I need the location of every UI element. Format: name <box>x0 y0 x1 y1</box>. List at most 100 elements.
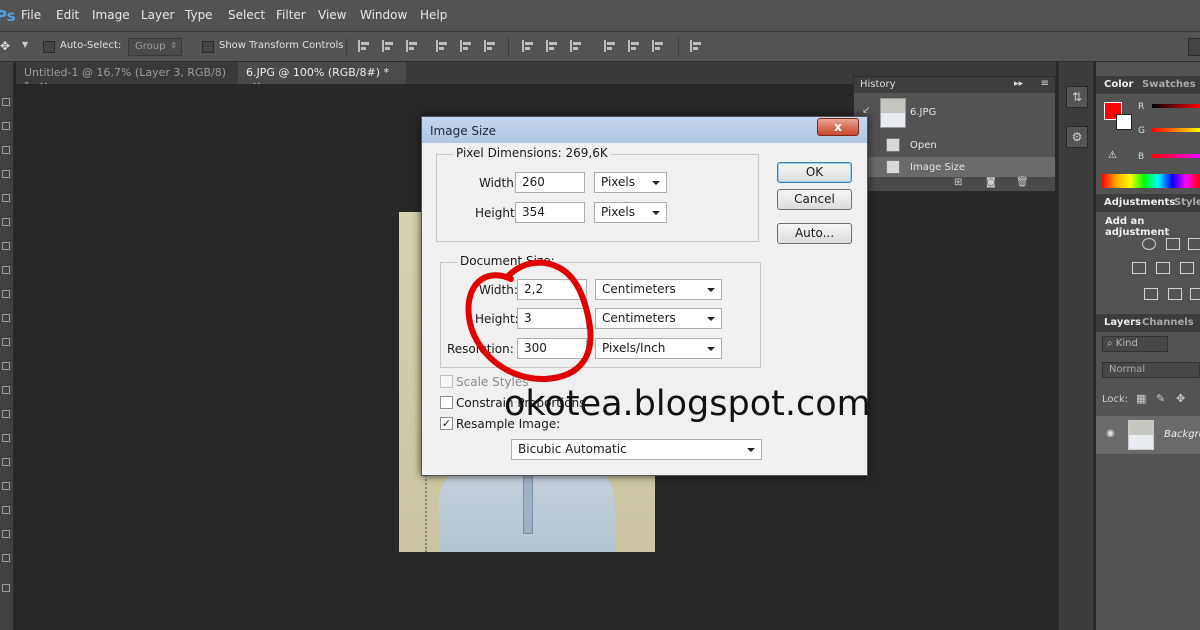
pixel-height-input[interactable]: 354 <box>515 202 585 223</box>
dodge-tool-icon[interactable] <box>2 410 10 418</box>
shape-tool-icon[interactable] <box>2 506 10 514</box>
align-top-icon[interactable] <box>358 40 370 52</box>
threshold-icon[interactable] <box>1190 288 1200 300</box>
brush-tool-icon[interactable] <box>2 266 10 274</box>
marquee-tool-icon[interactable] <box>2 122 10 130</box>
menu-image[interactable]: Image <box>92 8 130 22</box>
clone-stamp-tool-icon[interactable] <box>2 290 10 298</box>
curves-icon[interactable] <box>1188 238 1200 250</box>
black-white-icon[interactable] <box>1180 262 1194 274</box>
lasso-tool-icon[interactable] <box>2 146 10 154</box>
pen-tool-icon[interactable] <box>2 434 10 442</box>
path-select-tool-icon[interactable] <box>2 482 10 490</box>
align-bottom-icon[interactable] <box>406 40 418 52</box>
pixel-height-unit-select[interactable]: Pixels <box>594 202 667 223</box>
eyedropper-tool-icon[interactable] <box>2 218 10 226</box>
levels-icon[interactable] <box>1166 238 1180 250</box>
distribute-right-icon[interactable] <box>652 40 664 52</box>
distribute-vcenter-icon[interactable] <box>546 40 558 52</box>
tool-preset-dropdown-icon[interactable]: ▼ <box>22 40 28 49</box>
tab-layers[interactable]: Layers <box>1104 317 1141 328</box>
channel-g-slider[interactable] <box>1152 128 1200 132</box>
distribute-left-icon[interactable] <box>604 40 616 52</box>
gamut-warning-icon[interactable]: ⚠ <box>1108 150 1117 161</box>
close-button[interactable]: x <box>817 118 859 136</box>
history-snapshot[interactable]: ↙ 6.JPG <box>854 95 1055 131</box>
resample-method-select[interactable]: Bicubic Automatic <box>511 439 762 460</box>
align-left-icon[interactable] <box>436 40 448 52</box>
menu-type[interactable]: Type <box>185 8 213 22</box>
align-right-icon[interactable] <box>484 40 496 52</box>
pixel-width-input[interactable]: 260 <box>515 172 585 193</box>
resample-image-checkbox[interactable]: ✓ <box>440 417 453 430</box>
hand-tool-icon[interactable] <box>2 530 10 538</box>
history-brush-tool-icon[interactable] <box>2 314 10 322</box>
menu-select[interactable]: Select <box>228 8 265 22</box>
lock-pixels-icon[interactable]: ▦ <box>1136 392 1146 405</box>
channel-b-slider[interactable] <box>1152 154 1200 158</box>
cancel-button[interactable]: Cancel <box>777 189 852 210</box>
posterize-icon[interactable] <box>1168 288 1182 300</box>
move-tool-icon[interactable] <box>2 98 10 106</box>
tab-adjustments[interactable]: Adjustments <box>1104 197 1175 208</box>
invert-icon[interactable] <box>1144 288 1158 300</box>
show-transform-checkbox[interactable] <box>202 41 214 53</box>
workspace-switcher[interactable] <box>1188 38 1200 56</box>
scale-styles-checkbox[interactable] <box>440 375 453 388</box>
menu-edit[interactable]: Edit <box>56 8 79 22</box>
history-item-image-size[interactable]: Image Size <box>854 157 1055 179</box>
menu-window[interactable]: Window <box>360 8 407 22</box>
channel-r-slider[interactable] <box>1152 104 1200 108</box>
tab-swatches[interactable]: Swatches <box>1142 79 1196 90</box>
auto-button[interactable]: Auto... <box>777 223 852 244</box>
trash-icon[interactable]: 🗑 <box>1016 177 1029 188</box>
lock-position-icon[interactable]: ✥ <box>1176 392 1185 405</box>
tab-channels[interactable]: Channels <box>1142 317 1194 328</box>
properties-panel-icon[interactable]: ⚙ <box>1066 126 1088 148</box>
menu-layer[interactable]: Layer <box>141 8 174 22</box>
auto-align-icon[interactable] <box>690 40 702 52</box>
distribute-hcenter-icon[interactable] <box>628 40 640 52</box>
tab-color[interactable]: Color <box>1104 79 1133 90</box>
eraser-tool-icon[interactable] <box>2 338 10 346</box>
auto-select-checkbox[interactable] <box>43 41 55 53</box>
blur-tool-icon[interactable] <box>2 386 10 394</box>
gradient-tool-icon[interactable] <box>2 362 10 370</box>
healing-tool-icon[interactable] <box>2 242 10 250</box>
align-vcenter-icon[interactable] <box>382 40 394 52</box>
crop-tool-icon[interactable] <box>2 194 10 202</box>
zoom-tool-icon[interactable] <box>2 554 10 562</box>
brightness-contrast-icon[interactable] <box>1142 238 1156 250</box>
dialog-titlebar[interactable]: Image Size x <box>422 117 867 143</box>
layer-row-background[interactable]: ◉ Background <box>1096 416 1200 454</box>
visibility-eye-icon[interactable]: ◉ <box>1106 428 1115 439</box>
quick-select-tool-icon[interactable] <box>2 170 10 178</box>
panel-collapse-icon[interactable]: ▸▸ <box>1014 79 1023 89</box>
foreground-color-icon[interactable] <box>2 584 10 592</box>
new-document-icon[interactable]: ⊞ <box>954 177 962 188</box>
align-hcenter-icon[interactable] <box>460 40 472 52</box>
pixel-width-unit-select[interactable]: Pixels <box>594 172 667 193</box>
history-item-open[interactable]: Open <box>854 135 1055 157</box>
type-tool-icon[interactable] <box>2 458 10 466</box>
distribute-top-icon[interactable] <box>522 40 534 52</box>
distribute-bottom-icon[interactable] <box>570 40 582 52</box>
tab-6-jpg[interactable]: 6.JPG @ 100% (RGB/8#) * × <box>238 62 406 92</box>
ok-button[interactable]: OK <box>777 162 852 183</box>
history-panel-icon[interactable]: ⇅ <box>1066 86 1088 108</box>
constrain-proportions-checkbox[interactable] <box>440 396 453 409</box>
tab-untitled-1[interactable]: Untitled-1 @ 16,7% (Layer 3, RGB/8) * × <box>16 62 238 92</box>
panel-menu-icon[interactable]: ≡ <box>1041 78 1049 89</box>
menu-filter[interactable]: Filter <box>276 8 306 22</box>
hue-saturation-icon[interactable] <box>1132 262 1146 274</box>
color-spectrum-bar[interactable] <box>1102 174 1200 188</box>
menu-view[interactable]: View <box>318 8 346 22</box>
menu-file[interactable]: File <box>21 8 41 22</box>
blend-mode-select[interactable]: Normal <box>1102 362 1200 378</box>
auto-select-target-select[interactable]: Group ⇕ <box>128 38 182 56</box>
move-tool-icon[interactable]: ✥ <box>0 39 10 53</box>
snapshot-camera-icon[interactable]: ◙ <box>986 177 996 188</box>
color-balance-icon[interactable] <box>1156 262 1170 274</box>
menu-help[interactable]: Help <box>420 8 447 22</box>
layer-filter-select[interactable]: ⌕ Kind <box>1102 336 1168 352</box>
